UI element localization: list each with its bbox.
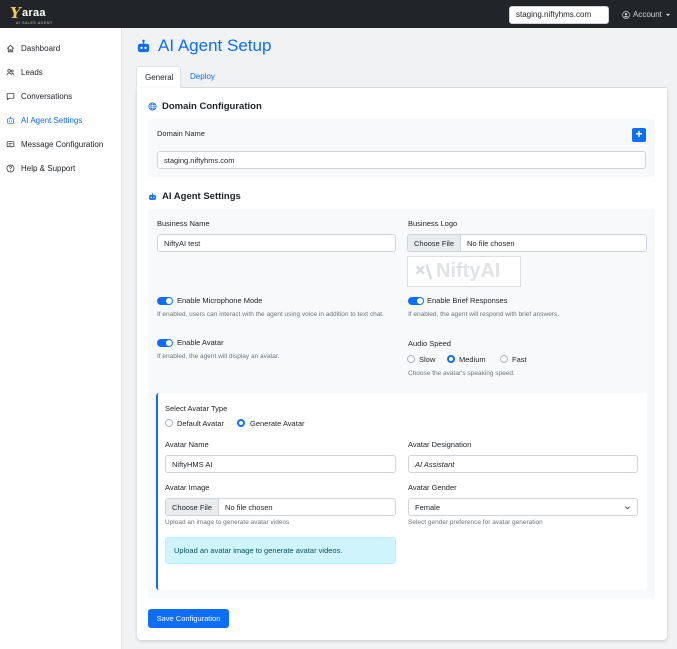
robot-icon <box>149 193 156 200</box>
account-label: Account <box>633 10 662 19</box>
sidebar-item-help-support[interactable]: Help & Support <box>6 161 75 175</box>
avatar-gender-help: Select gender preference for avatar gene… <box>408 519 543 526</box>
domain-selector[interactable]: staging.niftyhms.com <box>509 6 609 24</box>
home-icon <box>6 44 15 52</box>
brief-responses-help: If enabled, the agent will respond with … <box>408 311 560 318</box>
business-name-label: Business Name <box>157 219 210 228</box>
globe-icon <box>148 102 157 111</box>
ai-agent-settings-heading: AI Agent Settings <box>148 191 241 202</box>
avatar-gender-select[interactable]: Female <box>408 498 638 516</box>
file-status: No file chosen <box>467 239 515 248</box>
sidebar-item-dashboard[interactable]: Dashboard <box>6 41 60 55</box>
settings-tabs: General Deploy <box>136 66 667 88</box>
avatar-gender-value: Female <box>415 503 441 512</box>
app-logo[interactable]: Y araa AI SALES AGENT <box>8 4 56 26</box>
generate-avatar-label: Generate Avatar <box>250 419 305 428</box>
page-title-text: AI Agent Setup <box>158 36 272 55</box>
domain-name-input[interactable]: staging.niftyhms.com <box>157 151 646 169</box>
question-icon <box>6 164 15 172</box>
tab-deploy[interactable]: Deploy <box>182 66 223 88</box>
generate-avatar-radio[interactable] <box>237 419 245 427</box>
account-menu[interactable]: Account <box>622 10 671 19</box>
business-logo-preview: NiftyAI <box>407 256 521 287</box>
speed-fast-label: Fast <box>512 355 527 364</box>
logo-word: araa <box>22 7 46 19</box>
speed-slow-radio[interactable] <box>407 355 415 363</box>
top-navbar: Y araa AI SALES AGENT staging.niftyhms.c… <box>0 0 677 28</box>
audio-speed-help: Choose the avatar's speaking speed. <box>408 370 515 377</box>
business-name-input[interactable]: NiftyAI test <box>157 234 396 252</box>
page-title: AI Agent Setup <box>136 36 271 56</box>
brief-responses-label: Enable Brief Responses <box>427 296 508 305</box>
sidebar-item-ai-agent-settings[interactable]: AI Agent Settings <box>6 113 82 127</box>
avatar-gender-label: Avatar Gender <box>408 483 457 492</box>
sidebar-item-label: Leads <box>21 67 43 77</box>
microphone-mode-label: Enable Microphone Mode <box>177 296 263 305</box>
chat-icon <box>6 92 15 100</box>
sidebar-item-label: AI Agent Settings <box>21 115 83 125</box>
speed-slow-label: Slow <box>419 355 436 364</box>
add-domain-button[interactable]: + <box>632 128 646 142</box>
section-title: AI Agent Settings <box>162 191 241 202</box>
sidebar-item-label: Dashboard <box>21 43 61 53</box>
user-circle-icon <box>622 10 630 19</box>
avatar-image-file-input[interactable]: Choose File No file chosen <box>165 498 396 516</box>
section-title: Domain Configuration <box>162 101 262 112</box>
avatar-toggle[interactable] <box>157 339 173 347</box>
sidebar-item-conversations[interactable]: Conversations <box>6 89 72 103</box>
avatar-image-help: Upload an image to generate avatar video… <box>165 519 290 526</box>
message-icon <box>6 140 15 147</box>
domain-name-label: Domain Name <box>157 129 205 138</box>
logo-preview-wordmark: NiftyAI <box>436 260 501 282</box>
business-logo-label: Business Logo <box>408 219 458 228</box>
avatar-toggle-help: If enabled, the agent will display an av… <box>157 353 280 360</box>
logo-mark: Y <box>10 4 21 22</box>
avatar-info-alert: Upload an avatar image to generate avata… <box>165 537 396 564</box>
avatar-designation-input[interactable]: AI Assistant <box>408 455 638 473</box>
logo-preview-graphic <box>415 264 433 280</box>
choose-file-button[interactable]: Choose File <box>408 235 462 251</box>
sidebar: Dashboard Leads Conversations AI Agent S… <box>0 28 122 649</box>
users-icon <box>6 68 15 75</box>
save-configuration-button[interactable]: Save Configuration <box>148 609 229 628</box>
sidebar-item-label: Help & Support <box>21 163 76 173</box>
microphone-mode-toggle[interactable] <box>157 297 173 305</box>
logo-tagline: AI SALES AGENT <box>16 21 53 25</box>
domain-configuration-heading: Domain Configuration <box>148 101 262 112</box>
avatar-name-label: Avatar Name <box>165 440 209 449</box>
avatar-image-label: Avatar Image <box>165 483 210 492</box>
file-status: No file chosen <box>225 503 273 512</box>
speed-medium-radio[interactable] <box>447 355 455 363</box>
speed-medium-label: Medium <box>459 355 486 364</box>
sidebar-item-leads[interactable]: Leads <box>6 65 43 79</box>
select-avatar-type-label: Select Avatar Type <box>165 404 228 413</box>
robot-icon <box>137 39 150 52</box>
business-logo-file-input[interactable]: Choose File No file chosen <box>407 234 647 252</box>
audio-speed-label: Audio Speed <box>408 339 451 348</box>
sidebar-item-message-configuration[interactable]: Message Configuration <box>6 137 103 151</box>
microphone-mode-help: If enabled, users can interact with the … <box>157 311 384 318</box>
avatar-name-input[interactable]: NiftyHMS AI <box>165 455 396 473</box>
default-avatar-radio[interactable] <box>165 419 173 427</box>
choose-file-button[interactable]: Choose File <box>166 499 220 515</box>
chevron-down-icon <box>625 506 630 510</box>
default-avatar-label: Default Avatar <box>177 419 224 428</box>
sidebar-item-label: Conversations <box>21 91 73 101</box>
brief-responses-toggle[interactable] <box>408 297 424 305</box>
speed-fast-radio[interactable] <box>500 355 508 363</box>
robot-icon <box>7 116 14 124</box>
avatar-designation-label: Avatar Designation <box>408 440 472 449</box>
tab-general[interactable]: General <box>136 66 181 88</box>
avatar-toggle-label: Enable Avatar <box>177 338 224 347</box>
sidebar-item-label: Message Configuration <box>21 139 104 149</box>
caret-down-icon <box>665 13 671 16</box>
